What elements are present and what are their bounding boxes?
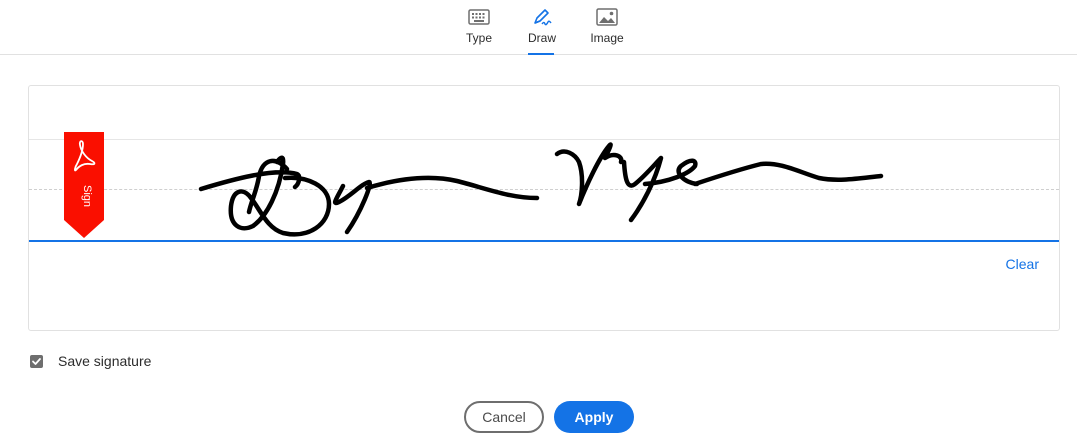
apply-button[interactable]: Apply <box>554 401 634 433</box>
clear-signature-link[interactable]: Clear <box>1006 256 1039 272</box>
pen-icon <box>531 6 553 28</box>
cancel-button[interactable]: Cancel <box>464 401 544 433</box>
save-signature-checkbox[interactable] <box>30 354 43 368</box>
signature-mode-tabs: Type Draw Image <box>0 0 1077 55</box>
signature-draw-canvas[interactable]: Sign Clear <box>28 85 1060 331</box>
tab-image-label: Image <box>590 31 624 45</box>
tab-type[interactable]: Type <box>458 0 500 54</box>
keyboard-icon <box>468 6 490 28</box>
checkmark-icon <box>32 357 41 365</box>
image-icon <box>596 6 618 28</box>
tab-image[interactable]: Image <box>587 0 627 54</box>
drawn-signature <box>198 142 884 237</box>
tab-draw[interactable]: Draw <box>521 0 563 55</box>
save-signature-row: Save signature <box>30 353 151 369</box>
active-tab-indicator <box>528 53 554 55</box>
save-signature-label: Save signature <box>58 353 152 369</box>
tab-type-label: Type <box>465 31 492 45</box>
tab-draw-label: Draw <box>527 31 556 45</box>
